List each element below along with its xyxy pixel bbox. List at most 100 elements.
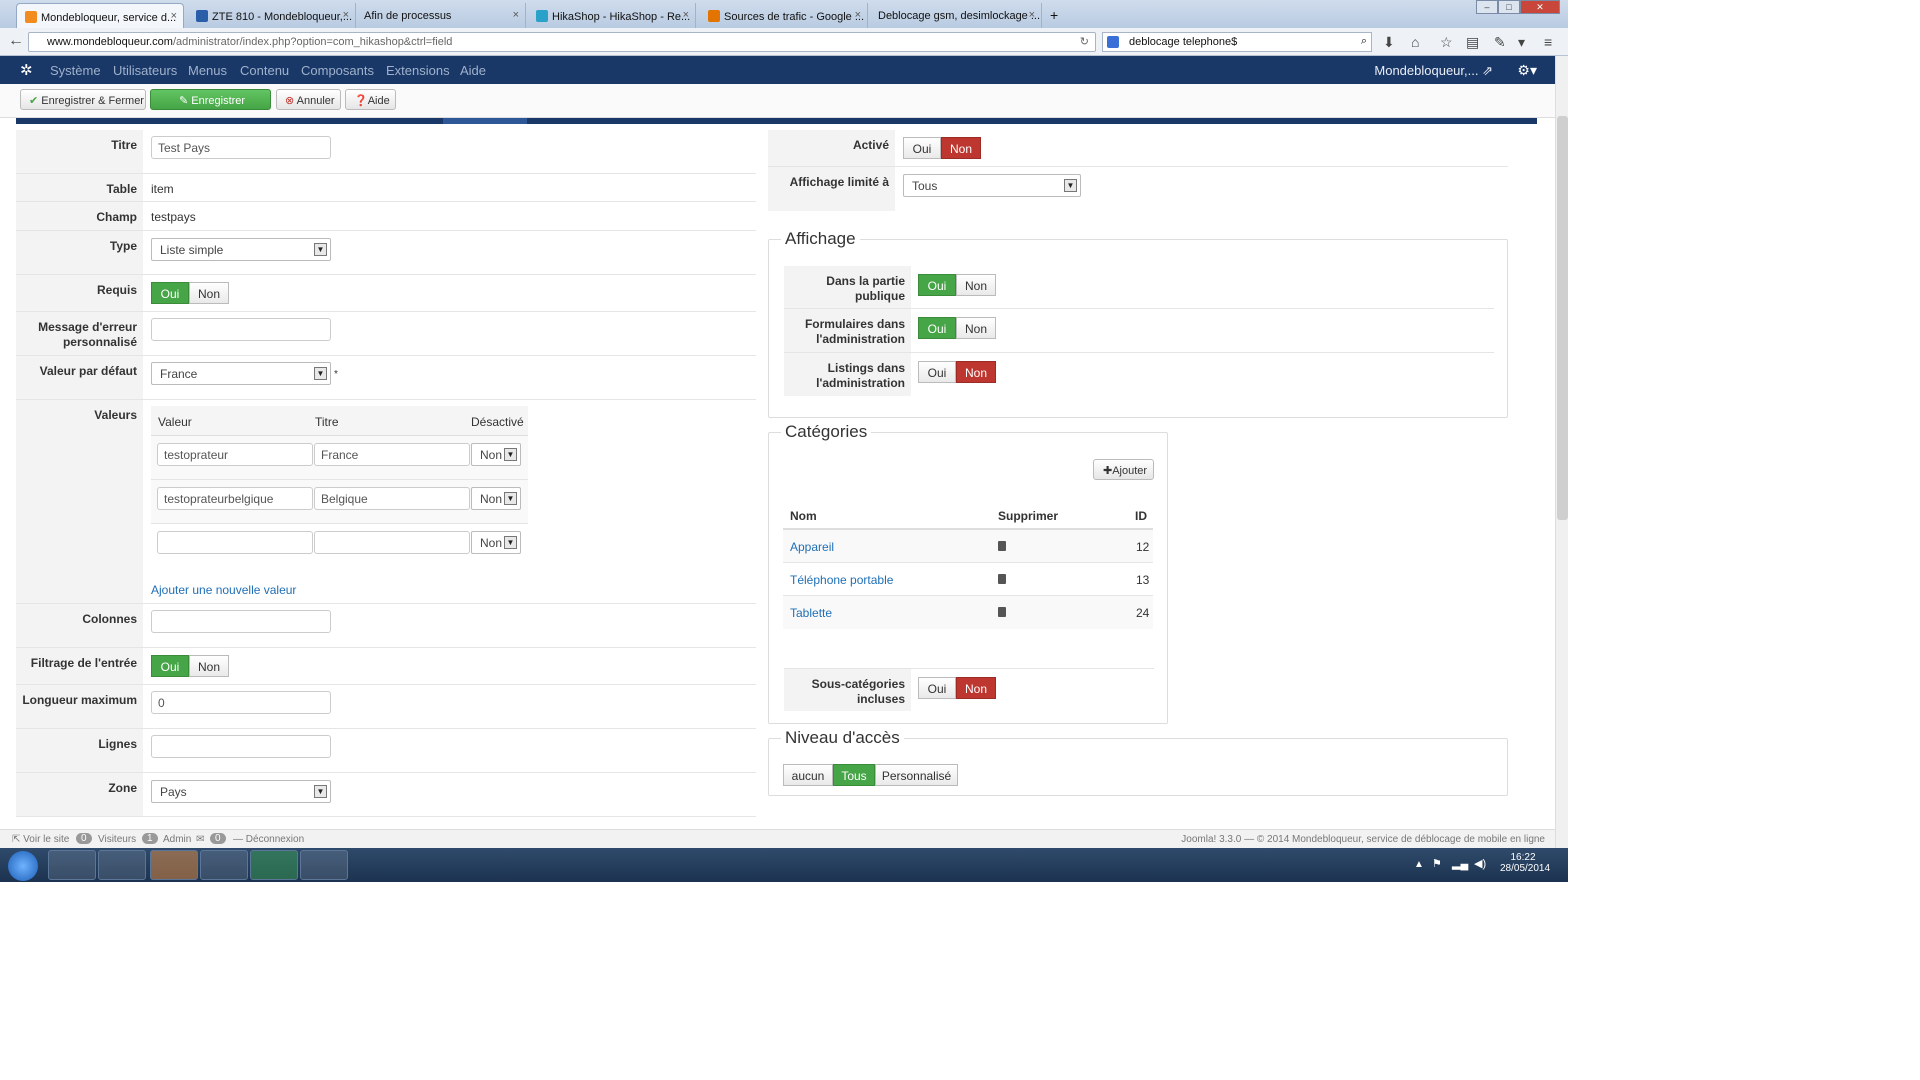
close-tab-icon[interactable]: ×	[513, 9, 519, 21]
help-button[interactable]: ❓Aide	[345, 89, 396, 110]
type-select[interactable]: Liste simple ▼	[151, 238, 331, 261]
titre-valeur-input[interactable]	[314, 443, 470, 466]
media-player-icon[interactable]	[98, 850, 146, 880]
start-button-icon[interactable]	[8, 851, 38, 881]
bookmarks-list-icon[interactable]: ▤	[1466, 34, 1479, 51]
longueur-input[interactable]	[151, 691, 331, 714]
flag-icon[interactable]: ⚑	[1432, 857, 1442, 870]
trash-icon[interactable]	[998, 541, 1006, 551]
menu-systeme[interactable]: Système	[50, 63, 101, 78]
listings-admin-oui[interactable]: Oui	[918, 361, 956, 383]
save-close-button[interactable]: ✔ Enregistrer & Fermer	[20, 89, 146, 110]
user-menu[interactable]: Mondebloqueur,... ⇗	[1374, 63, 1493, 79]
joomla-logo-icon[interactable]: ✲	[20, 61, 33, 79]
listings-admin-non[interactable]: Non	[956, 361, 996, 383]
close-window-icon[interactable]: ✕	[1520, 0, 1560, 14]
close-tab-icon[interactable]: ×	[1029, 9, 1035, 21]
close-tab-icon[interactable]: ×	[343, 9, 349, 21]
category-link[interactable]: Téléphone portable	[790, 573, 893, 587]
category-link[interactable]: Tablette	[790, 606, 832, 620]
browser-tab-3[interactable]: Afin de processus ×	[356, 3, 526, 28]
menu-extensions[interactable]: Extensions	[386, 63, 450, 78]
message-input[interactable]	[151, 318, 331, 341]
desactive-select[interactable]: Non ▼	[471, 443, 521, 466]
partie-publique-non[interactable]: Non	[956, 274, 996, 296]
menu-contenu[interactable]: Contenu	[240, 63, 289, 78]
defaut-select[interactable]: France ▼	[151, 362, 331, 385]
minimize-icon[interactable]: –	[1476, 0, 1498, 14]
menu-utilisateurs[interactable]: Utilisateurs	[113, 63, 177, 78]
filtrage-oui[interactable]: Oui	[151, 655, 189, 677]
active-oui[interactable]: Oui	[903, 137, 941, 159]
browser-tab-5[interactable]: Sources de trafic - Google ... ×	[700, 3, 868, 28]
acces-personnalise[interactable]: Personnalisé	[875, 764, 958, 786]
menu-composants[interactable]: Composants	[301, 63, 374, 78]
valeur-input[interactable]	[157, 443, 313, 466]
app-icon[interactable]	[300, 850, 348, 880]
browser-tab-4[interactable]: HikaShop - HikaShop - Re... ×	[528, 3, 696, 28]
bookmark-star-icon[interactable]: ☆	[1440, 34, 1453, 51]
acces-tous[interactable]: Tous	[833, 764, 875, 786]
page-scrollbar[interactable]	[1555, 56, 1568, 848]
close-tab-icon[interactable]: ×	[171, 10, 177, 22]
desactive-select[interactable]: Non ▼	[471, 487, 521, 510]
partie-publique-oui[interactable]: Oui	[918, 274, 956, 296]
tray-arrow-icon[interactable]: ▲	[1414, 859, 1424, 870]
close-tab-icon[interactable]: ×	[855, 9, 861, 21]
zone-select[interactable]: Pays ▼	[151, 780, 331, 803]
clock[interactable]: 16:22 28/05/2014	[1500, 852, 1550, 874]
home-icon[interactable]: ⌂	[1411, 34, 1419, 50]
menu-aide[interactable]: Aide	[460, 63, 486, 78]
add-category-button[interactable]: ✚Ajouter	[1093, 459, 1154, 480]
volume-icon[interactable]: ◀)	[1474, 857, 1486, 870]
scrollbar-thumb[interactable]	[1557, 116, 1568, 520]
affichage-limite-select[interactable]: Tous ▼	[903, 174, 1081, 197]
dropdown-icon[interactable]: ▾	[1518, 34, 1525, 51]
explorer-icon[interactable]	[48, 850, 96, 880]
requis-non[interactable]: Non	[189, 282, 229, 304]
search-bar[interactable]: deblocage telephone$ ⌕	[1102, 32, 1372, 52]
valeur-input[interactable]	[157, 531, 313, 554]
maximize-icon[interactable]: □	[1498, 0, 1520, 14]
titre-input[interactable]	[151, 136, 331, 159]
new-tab-icon[interactable]: +	[1044, 3, 1068, 28]
browser-tab-1[interactable]: Mondebloqueur, service d... ×	[16, 3, 184, 28]
menu-menus[interactable]: Menus	[188, 63, 227, 78]
folder-icon[interactable]	[200, 850, 248, 880]
trash-icon[interactable]	[998, 574, 1006, 584]
search-icon[interactable]: ⌕	[1361, 35, 1367, 48]
add-value-link[interactable]: Ajouter une nouvelle valeur	[151, 583, 296, 597]
download-icon[interactable]: ⬇	[1383, 34, 1395, 51]
requis-oui[interactable]: Oui	[151, 282, 189, 304]
addon-icon[interactable]: ✎	[1494, 34, 1506, 51]
spreadsheet-icon[interactable]	[250, 850, 298, 880]
lignes-input[interactable]	[151, 735, 331, 758]
trash-icon[interactable]	[998, 607, 1006, 617]
view-site-link[interactable]: ⇱ Voir le site	[12, 834, 69, 845]
firefox-icon[interactable]	[150, 850, 198, 880]
browser-tab-6[interactable]: Deblocage gsm, desimlockage ... ×	[870, 3, 1042, 28]
menu-icon[interactable]: ≡	[1544, 34, 1552, 50]
logout-link[interactable]: — Déconnexion	[233, 834, 304, 845]
acces-aucun[interactable]: aucun	[783, 764, 833, 786]
filtrage-non[interactable]: Non	[189, 655, 229, 677]
url-bar[interactable]: www.mondebloqueur.com/administrator/inde…	[28, 32, 1096, 52]
desactive-select[interactable]: Non ▼	[471, 531, 521, 554]
browser-tab-2[interactable]: ZTE 810 - Mondebloqueur,... ×	[188, 3, 356, 28]
close-tab-icon[interactable]: ×	[683, 9, 689, 21]
network-icon[interactable]: ▂▄	[1452, 857, 1468, 870]
colonnes-input[interactable]	[151, 610, 331, 633]
save-button[interactable]: ✎ Enregistrer	[150, 89, 271, 110]
sous-categories-non[interactable]: Non	[956, 677, 996, 699]
reload-icon[interactable]: ↻	[1080, 35, 1089, 48]
titre-valeur-input[interactable]	[314, 487, 470, 510]
titre-valeur-input[interactable]	[314, 531, 470, 554]
cancel-button[interactable]: ⊗ Annuler	[276, 89, 341, 110]
category-link[interactable]: Appareil	[790, 540, 834, 554]
formulaires-admin-oui[interactable]: Oui	[918, 317, 956, 339]
sous-categories-oui[interactable]: Oui	[918, 677, 956, 699]
active-non[interactable]: Non	[941, 137, 981, 159]
valeur-input[interactable]	[157, 487, 313, 510]
formulaires-admin-non[interactable]: Non	[956, 317, 996, 339]
settings-gear-icon[interactable]: ⚙▾	[1517, 62, 1537, 79]
